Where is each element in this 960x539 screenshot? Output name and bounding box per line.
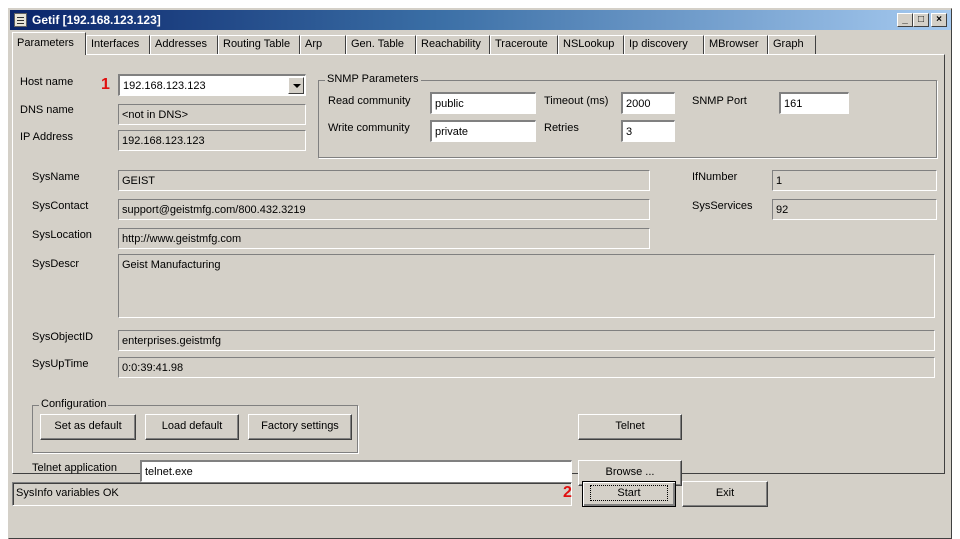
sysuptime-label: SysUpTime (32, 358, 89, 370)
telnet-application-label: Telnet application (32, 462, 118, 474)
host-name-combo[interactable]: 192.168.123.123 (118, 74, 306, 96)
ifnumber-label: IfNumber (692, 171, 738, 183)
ip-address-field: 192.168.123.123 (118, 130, 306, 151)
tab-ip-discovery[interactable]: Ip discovery (624, 35, 704, 54)
app-icon (14, 13, 27, 27)
tab-graph[interactable]: Graph (768, 35, 816, 54)
syscontact-field: support@geistmfg.com/800.432.3219 (118, 199, 650, 220)
tab-routing-table[interactable]: Routing Table (218, 35, 300, 54)
maximize-button[interactable]: □ (913, 13, 929, 27)
read-community-label: Read community (328, 95, 411, 107)
window-title: Getif [192.168.123.123] (32, 13, 161, 27)
status-bar: SysInfo variables OK (12, 482, 572, 506)
minimize-button[interactable]: _ (897, 13, 913, 27)
tab-mbrowser[interactable]: MBrowser (704, 35, 768, 54)
sysdescr-field: Geist Manufacturing (118, 254, 935, 318)
read-community-input[interactable]: public (430, 92, 536, 114)
configuration-group-title: Configuration (39, 398, 109, 410)
retries-label: Retries (544, 122, 579, 134)
snmp-port-label: SNMP Port (692, 95, 747, 107)
syslocation-label: SysLocation (32, 229, 92, 241)
syslocation-field: http://www.geistmfg.com (118, 228, 650, 249)
sysdescr-label: SysDescr (32, 258, 80, 270)
retries-input[interactable]: 3 (621, 120, 675, 142)
tab-arp[interactable]: Arp (300, 35, 346, 54)
sysservices-field: 92 (772, 199, 937, 220)
snmp-group-title: SNMP Parameters (325, 73, 421, 85)
tab-traceroute[interactable]: Traceroute (490, 35, 558, 54)
tab-reachability[interactable]: Reachability (416, 35, 490, 54)
tab-addresses[interactable]: Addresses (150, 35, 218, 54)
load-default-button[interactable]: Load default (145, 414, 239, 440)
annotation-marker-2: 2 (563, 484, 572, 501)
write-community-input[interactable]: private (430, 120, 536, 142)
write-community-label: Write community (328, 122, 410, 134)
tab-gen-table[interactable]: Gen. Table (346, 35, 416, 54)
factory-settings-button[interactable]: Factory settings (248, 414, 352, 440)
tab-interfaces[interactable]: Interfaces (86, 35, 150, 54)
sysname-label: SysName (32, 171, 80, 183)
dns-name-field: <not in DNS> (118, 104, 306, 125)
title-bar[interactable]: Getif [192.168.123.123] _ □ × (10, 10, 951, 30)
snmp-port-input[interactable]: 161 (779, 92, 849, 114)
close-button[interactable]: × (931, 13, 947, 27)
sysname-field: GEIST (118, 170, 650, 191)
ifnumber-field: 1 (772, 170, 937, 191)
start-button[interactable]: Start (582, 481, 676, 507)
annotation-marker-1: 1 (101, 76, 110, 93)
host-name-label: Host name (20, 76, 74, 88)
timeout-input[interactable]: 2000 (621, 92, 675, 114)
timeout-label: Timeout (ms) (544, 95, 609, 107)
tab-nslookup[interactable]: NSLookup (558, 35, 624, 54)
ip-address-label: IP Address (20, 131, 73, 143)
exit-button[interactable]: Exit (682, 481, 768, 507)
dns-name-label: DNS name (20, 104, 74, 116)
syscontact-label: SysContact (32, 200, 89, 212)
start-button-label: Start (590, 485, 668, 501)
sysobjectid-field: enterprises.geistmfg (118, 330, 935, 351)
host-name-value: 192.168.123.123 (123, 80, 206, 92)
sysuptime-field: 0:0:39:41.98 (118, 357, 935, 378)
tab-parameters[interactable]: Parameters (12, 32, 86, 55)
sysservices-label: SysServices (692, 200, 753, 212)
chevron-down-icon[interactable] (288, 77, 304, 94)
telnet-application-input[interactable]: telnet.exe (140, 460, 572, 482)
sysobjectid-label: SysObjectID (32, 331, 94, 343)
set-as-default-button[interactable]: Set as default (40, 414, 136, 440)
telnet-button[interactable]: Telnet (578, 414, 682, 440)
